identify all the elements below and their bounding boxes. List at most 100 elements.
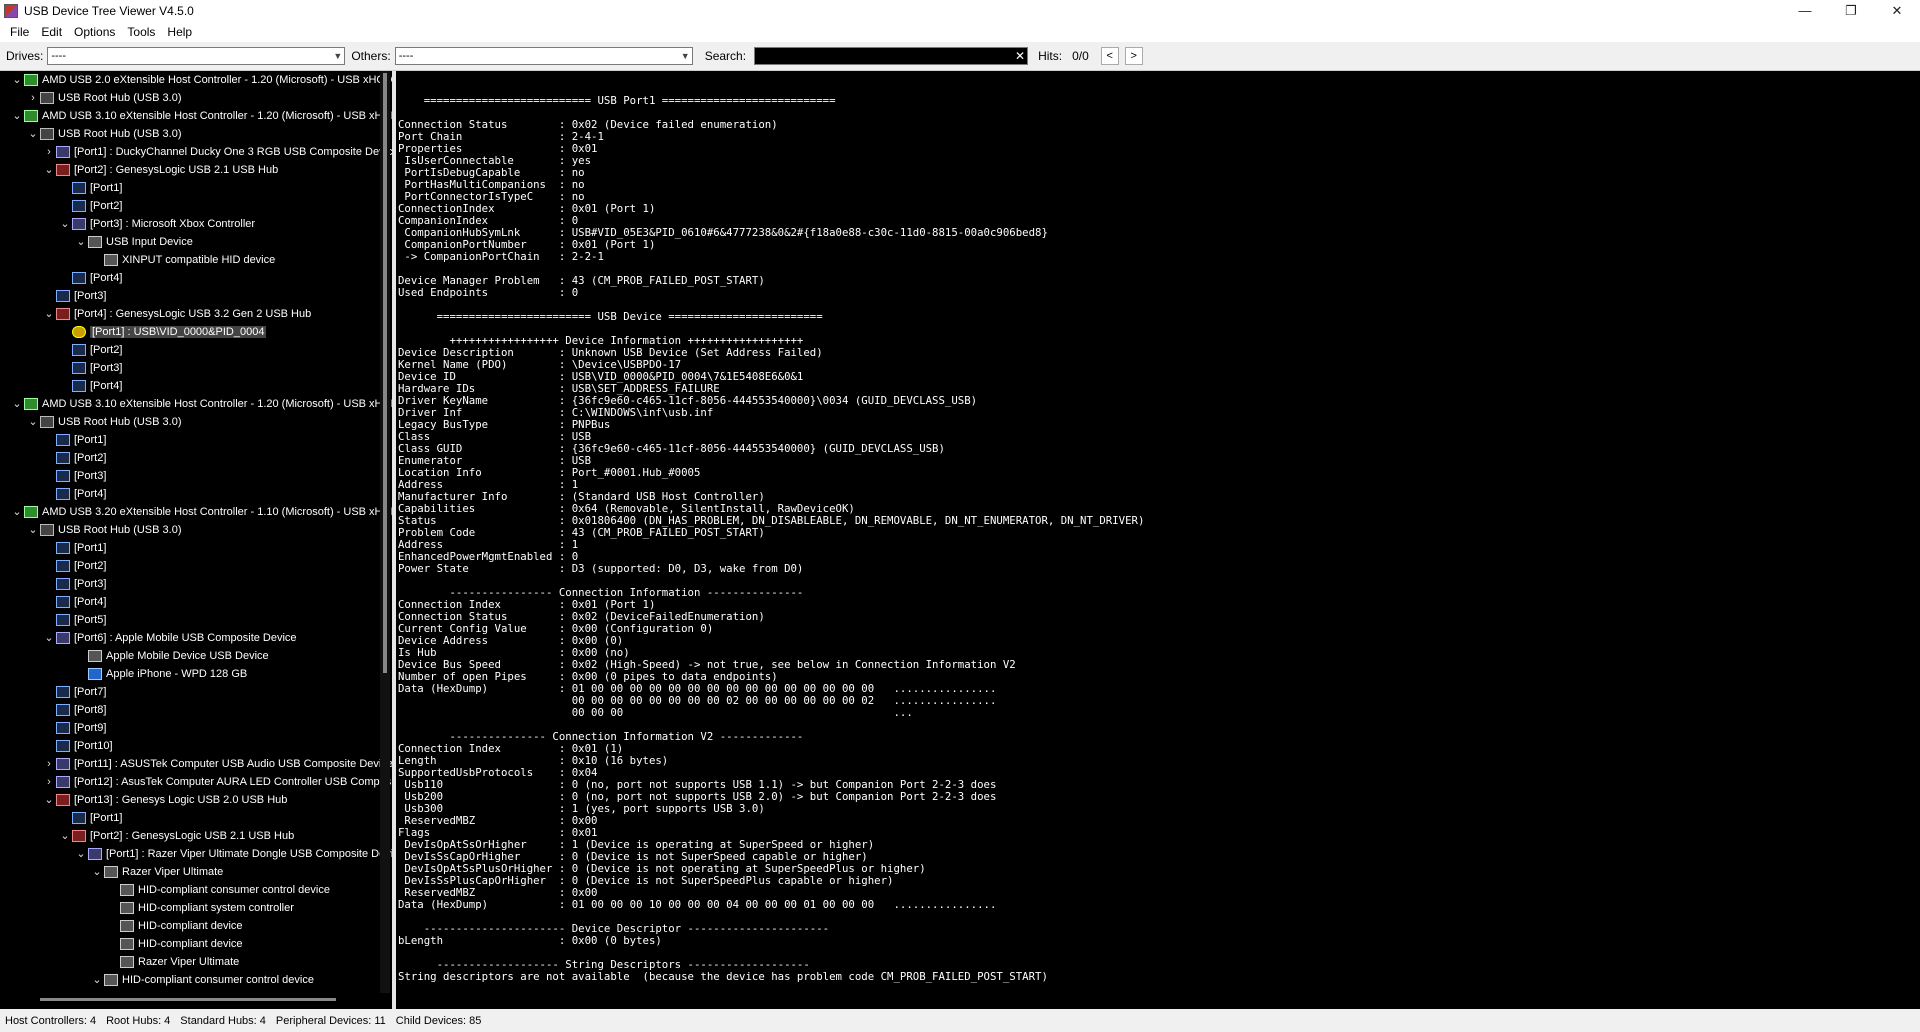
tree-item[interactable]: ⌄ USB Root Hub (USB 3.0): [0, 125, 392, 143]
tree-item[interactable]: [Port3]: [0, 287, 392, 305]
device-tree[interactable]: ⌄ AMD USB 2.0 eXtensible Host Controller …: [0, 71, 392, 1009]
tree-item[interactable]: [Port2]: [0, 449, 392, 467]
tree-item[interactable]: [Port1]: [0, 809, 392, 827]
tree-item[interactable]: ⌄ [Port2] : GenesysLogic USB 2.1 USB Hub: [0, 827, 392, 845]
tree-item[interactable]: [Port1]: [0, 431, 392, 449]
tree-item[interactable]: [Port4]: [0, 593, 392, 611]
tree-item[interactable]: ⌄ Razer Viper Ultimate: [0, 863, 392, 881]
collapse-icon[interactable]: ⌄: [58, 827, 72, 845]
collapse-icon[interactable]: ⌄: [10, 107, 24, 125]
menu-file[interactable]: File: [4, 25, 35, 39]
collapse-icon[interactable]: ⌄: [58, 215, 72, 233]
scroll-thumb[interactable]: [40, 998, 336, 1001]
tree-item[interactable]: [Port2]: [0, 557, 392, 575]
tree-item[interactable]: ⌄ AMD USB 2.0 eXtensible Host Controller …: [0, 71, 392, 89]
tree-item[interactable]: ⌄ USB Input Device: [0, 233, 392, 251]
tree-item[interactable]: [Port3]: [0, 467, 392, 485]
collapse-icon[interactable]: ⌄: [26, 521, 40, 539]
expand-icon[interactable]: ›: [42, 773, 56, 791]
scroll-thumb[interactable]: [383, 73, 387, 673]
close-button[interactable]: ✕: [1874, 0, 1920, 22]
tree-item[interactable]: ⌄ AMD USB 3.10 eXtensible Host Controller…: [0, 107, 392, 125]
tree-item[interactable]: ⌄ USB Root Hub (USB 3.0): [0, 413, 392, 431]
tree-vertical-scrollbar[interactable]: [380, 71, 390, 993]
clear-search-icon[interactable]: ✕: [1015, 48, 1025, 64]
tree-item[interactable]: ⌄ [Port2] : GenesysLogic USB 2.1 USB Hub: [0, 161, 392, 179]
tree-item[interactable]: HID-compliant system controller: [0, 899, 392, 917]
collapse-icon[interactable]: ⌄: [42, 305, 56, 323]
tree-item[interactable]: [Port1] : USB\VID_0000&PID_0004: [0, 323, 392, 341]
tree-item[interactable]: [Port1]: [0, 539, 392, 557]
collapse-icon[interactable]: ⌄: [26, 413, 40, 431]
tree-item[interactable]: › USB Root Hub (USB 3.0): [0, 89, 392, 107]
tree-item[interactable]: [Port4]: [0, 377, 392, 395]
tree-item[interactable]: [Port8]: [0, 701, 392, 719]
tree-item[interactable]: [Port3]: [0, 359, 392, 377]
tree-item[interactable]: HID-compliant consumer control device: [0, 881, 392, 899]
collapse-icon[interactable]: ⌄: [10, 71, 24, 89]
menu-help[interactable]: Help: [161, 25, 198, 39]
minimize-button[interactable]: —: [1782, 0, 1828, 22]
tree-item[interactable]: XINPUT compatible HID device: [0, 251, 392, 269]
tree-item[interactable]: ⌄ [Port1] : Razer Viper Ultimate Dongle U…: [0, 845, 392, 863]
collapse-icon[interactable]: ⌄: [42, 791, 56, 809]
detail-panel[interactable]: ========================== USB Port1 ===…: [396, 71, 1920, 1009]
tree-item[interactable]: [Port1]: [0, 179, 392, 197]
tree-item[interactable]: Apple Mobile Device USB Device: [0, 647, 392, 665]
collapse-icon[interactable]: ⌄: [90, 863, 104, 881]
expand-icon[interactable]: ›: [42, 755, 56, 773]
tree-item[interactable]: › [Port11] : ASUSTek Computer USB Audio U…: [0, 755, 392, 773]
expand-icon[interactable]: ›: [42, 143, 56, 161]
tree-item[interactable]: ⌄ [Port13] : Genesys Logic USB 2.0 USB Hu…: [0, 791, 392, 809]
tree-item[interactable]: HID-compliant device: [0, 917, 392, 935]
collapse-icon[interactable]: ⌄: [10, 503, 24, 521]
tree-item[interactable]: Apple iPhone - WPD 128 GB: [0, 665, 392, 683]
tree-item[interactable]: ⌄ [Port3] : Microsoft Xbox Controller: [0, 215, 392, 233]
collapse-icon[interactable]: ⌄: [90, 971, 104, 989]
port-icon: [72, 812, 86, 825]
prev-hit-button[interactable]: <: [1100, 47, 1119, 65]
collapse-icon[interactable]: ⌄: [74, 233, 88, 251]
tree-item[interactable]: ⌄ HID-compliant consumer control device: [0, 971, 392, 989]
search-input[interactable]: ✕: [754, 47, 1029, 65]
port-icon: [56, 470, 70, 483]
drives-dropdown[interactable]: ---- ▼: [47, 47, 346, 65]
title-bar: USB Device Tree Viewer V4.5.0 — ❐ ✕: [0, 0, 1920, 22]
tree-horizontal-scrollbar[interactable]: [0, 993, 380, 1007]
maximize-button[interactable]: ❐: [1828, 0, 1874, 22]
next-hit-button[interactable]: >: [1124, 47, 1143, 65]
tree-item[interactable]: [Port2]: [0, 341, 392, 359]
menu-edit[interactable]: Edit: [35, 25, 68, 39]
hits-label: Hits:: [1038, 49, 1063, 63]
tree-item[interactable]: [Port5]: [0, 611, 392, 629]
expand-icon[interactable]: ›: [26, 89, 40, 107]
port-icon: [72, 362, 86, 375]
collapse-icon[interactable]: ⌄: [42, 629, 56, 647]
tree-item[interactable]: ⌄ AMD USB 3.20 eXtensible Host Controller…: [0, 503, 392, 521]
tree-item[interactable]: ⌄ [Port4] : GenesysLogic USB 3.2 Gen 2 US…: [0, 305, 392, 323]
menu-options[interactable]: Options: [68, 25, 121, 39]
tree-item[interactable]: [Port2]: [0, 197, 392, 215]
root-hub-icon: [40, 524, 54, 537]
tree-item[interactable]: [Port7]: [0, 683, 392, 701]
tree-item-label: HID-compliant device: [138, 920, 243, 932]
tree-item[interactable]: ⌄ USB Root Hub (USB 3.0): [0, 521, 392, 539]
collapse-icon[interactable]: ⌄: [74, 845, 88, 863]
tree-item[interactable]: ⌄ [Port6] : Apple Mobile USB Composite De…: [0, 629, 392, 647]
tree-item[interactable]: [Port3]: [0, 575, 392, 593]
tree-item[interactable]: › [Port12] : AsusTek Computer AURA LED Co…: [0, 773, 392, 791]
usb-hub-icon: [56, 164, 70, 177]
tree-item[interactable]: [Port4]: [0, 485, 392, 503]
menu-tools[interactable]: Tools: [121, 25, 161, 39]
collapse-icon[interactable]: ⌄: [26, 125, 40, 143]
tree-item[interactable]: Razer Viper Ultimate: [0, 953, 392, 971]
tree-item[interactable]: ⌄ AMD USB 3.10 eXtensible Host Controller…: [0, 395, 392, 413]
collapse-icon[interactable]: ⌄: [10, 395, 24, 413]
tree-item[interactable]: [Port10]: [0, 737, 392, 755]
tree-item[interactable]: › [Port1] : DuckyChannel Ducky One 3 RGB …: [0, 143, 392, 161]
tree-item[interactable]: [Port4]: [0, 269, 392, 287]
tree-item[interactable]: HID-compliant device: [0, 935, 392, 953]
others-dropdown[interactable]: ---- ▼: [394, 47, 693, 65]
collapse-icon[interactable]: ⌄: [42, 161, 56, 179]
tree-item[interactable]: [Port9]: [0, 719, 392, 737]
